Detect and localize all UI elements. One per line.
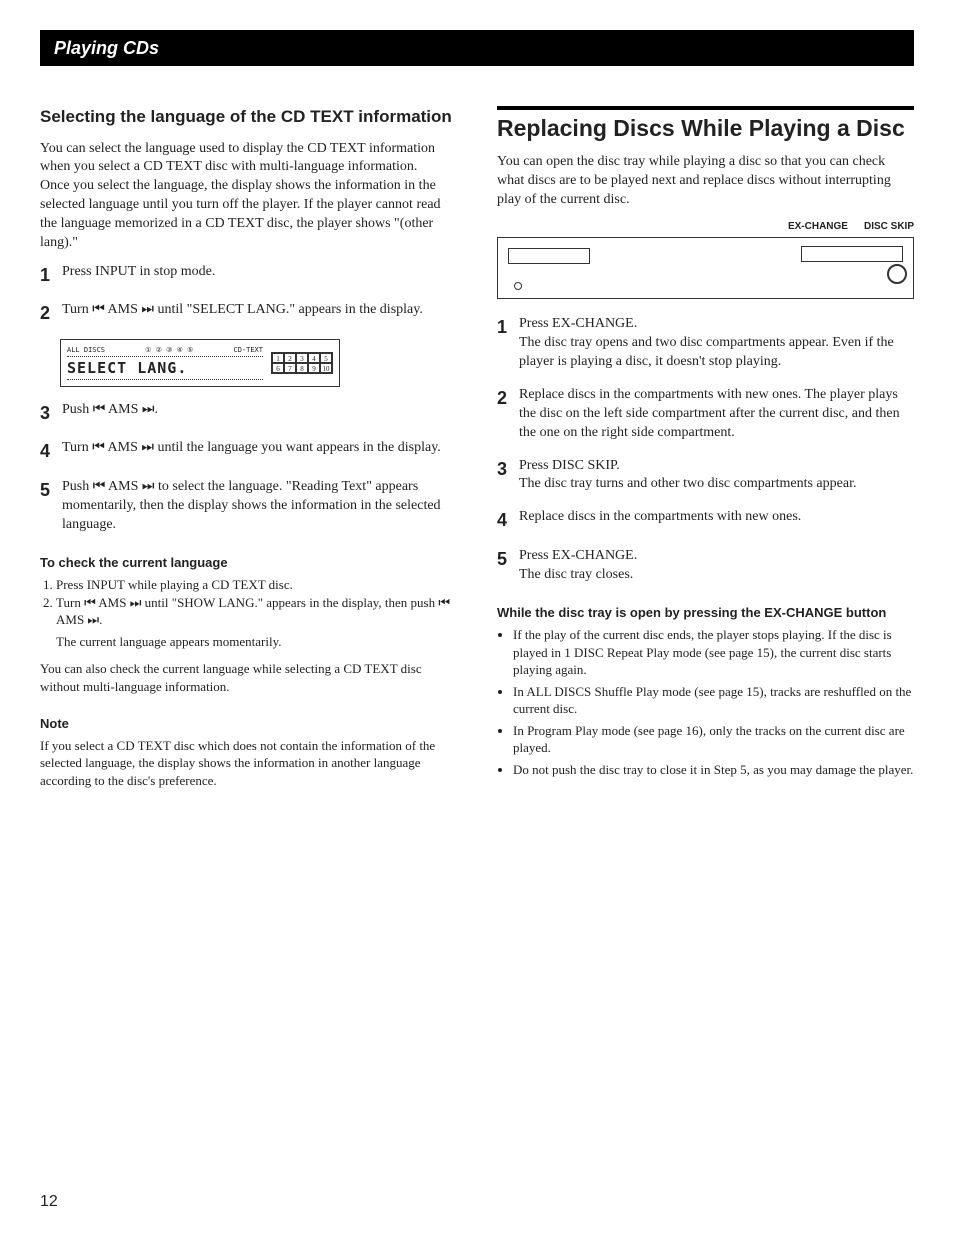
bullet-item: If the play of the current disc ends, th… bbox=[513, 626, 914, 679]
label-exchange: EX-CHANGE bbox=[788, 220, 848, 234]
step-text: Press EX-CHANGE. The disc tray opens and… bbox=[519, 315, 914, 372]
device-figure: EX-CHANGE DISC SKIP bbox=[497, 220, 914, 300]
step-text: Push ⏮ AMS ⏭. bbox=[62, 401, 457, 420]
section-header: Playing CDs bbox=[40, 30, 914, 66]
bullet-item: Do not push the disc tray to close it in… bbox=[513, 761, 914, 779]
step-number: 2 bbox=[40, 301, 62, 325]
device-knob-icon bbox=[887, 264, 907, 284]
grid-cell: 3 bbox=[296, 353, 308, 363]
grid-cell: 5 bbox=[320, 353, 332, 363]
note-body: If you select a CD TEXT disc which does … bbox=[40, 737, 457, 790]
grid-cell: 1 bbox=[272, 353, 284, 363]
grid-cell: 9 bbox=[308, 363, 320, 373]
device-buttons-icon bbox=[801, 246, 903, 262]
device-dot-icon bbox=[514, 282, 522, 290]
label-disc-skip: DISC SKIP bbox=[864, 220, 914, 234]
while-open-heading: While the disc tray is open by pressing … bbox=[497, 604, 914, 622]
bullet-item: In Program Play mode (see page 16), only… bbox=[513, 722, 914, 757]
step-text: Replace discs in the compartments with n… bbox=[519, 508, 914, 527]
step-text: Press DISC SKIP. The disc tray turns and… bbox=[519, 457, 914, 495]
left-column: Selecting the language of the CD TEXT in… bbox=[40, 106, 457, 799]
step-number: 4 bbox=[40, 439, 62, 463]
display-figure: ALL DISCS ① ② ③ ④ ⑤ CD-TEXT SELECT LANG.… bbox=[60, 339, 340, 387]
step-number: 3 bbox=[497, 457, 519, 481]
display-all-discs: ALL DISCS bbox=[67, 346, 105, 355]
grid-cell: 4 bbox=[308, 353, 320, 363]
check-tail-2: You can also check the current language … bbox=[40, 660, 457, 695]
check-lang-heading: To check the current language bbox=[40, 554, 457, 572]
step-number: 5 bbox=[40, 478, 62, 502]
display-track-grid: 1 2 3 4 5 6 7 8 9 10 bbox=[271, 352, 333, 374]
left-heading: Selecting the language of the CD TEXT in… bbox=[40, 106, 457, 127]
check-step: Press INPUT while playing a CD TEXT disc… bbox=[56, 576, 457, 594]
right-heading: Replacing Discs While Playing a Disc bbox=[497, 106, 914, 143]
step-number: 2 bbox=[497, 386, 519, 410]
right-intro: You can open the disc tray while playing… bbox=[497, 153, 914, 210]
step-number: 1 bbox=[497, 315, 519, 339]
while-open-bullets: If the play of the current disc ends, th… bbox=[497, 626, 914, 778]
right-column: Replacing Discs While Playing a Disc You… bbox=[497, 106, 914, 799]
display-disc-icons: ① ② ③ ④ ⑤ bbox=[145, 346, 193, 355]
bullet-item: In ALL DISCS Shuffle Play mode (see page… bbox=[513, 683, 914, 718]
step-text: Press INPUT in stop mode. bbox=[62, 263, 457, 282]
grid-cell: 2 bbox=[284, 353, 296, 363]
step-text: Turn ⏮ AMS ⏭ until the language you want… bbox=[62, 439, 457, 458]
check-step: Turn ⏮ AMS ⏭ until "SHOW LANG." appears … bbox=[56, 594, 457, 629]
display-cd-text: CD-TEXT bbox=[233, 346, 263, 355]
step-number: 1 bbox=[40, 263, 62, 287]
display-main-text: SELECT LANG. bbox=[67, 356, 263, 380]
step-text: Press EX-CHANGE. The disc tray closes. bbox=[519, 547, 914, 585]
step-text: Push ⏮ AMS ⏭ to select the language. "Re… bbox=[62, 478, 457, 535]
grid-cell: 6 bbox=[272, 363, 284, 373]
grid-cell: 8 bbox=[296, 363, 308, 373]
check-tail-1: The current language appears momentarily… bbox=[56, 633, 457, 651]
left-intro: You can select the language used to disp… bbox=[40, 140, 457, 253]
device-tray-icon bbox=[508, 248, 590, 264]
check-lang-steps: Press INPUT while playing a CD TEXT disc… bbox=[40, 576, 457, 629]
grid-cell: 7 bbox=[284, 363, 296, 373]
step-number: 3 bbox=[40, 401, 62, 425]
page-number: 12 bbox=[40, 1191, 58, 1213]
note-heading: Note bbox=[40, 715, 457, 733]
step-text: Turn ⏮ AMS ⏭ until "SELECT LANG." appear… bbox=[62, 301, 457, 320]
step-number: 5 bbox=[497, 547, 519, 571]
step-text: Replace discs in the compartments with n… bbox=[519, 386, 914, 443]
step-number: 4 bbox=[497, 508, 519, 532]
grid-cell: 10 bbox=[320, 363, 332, 373]
